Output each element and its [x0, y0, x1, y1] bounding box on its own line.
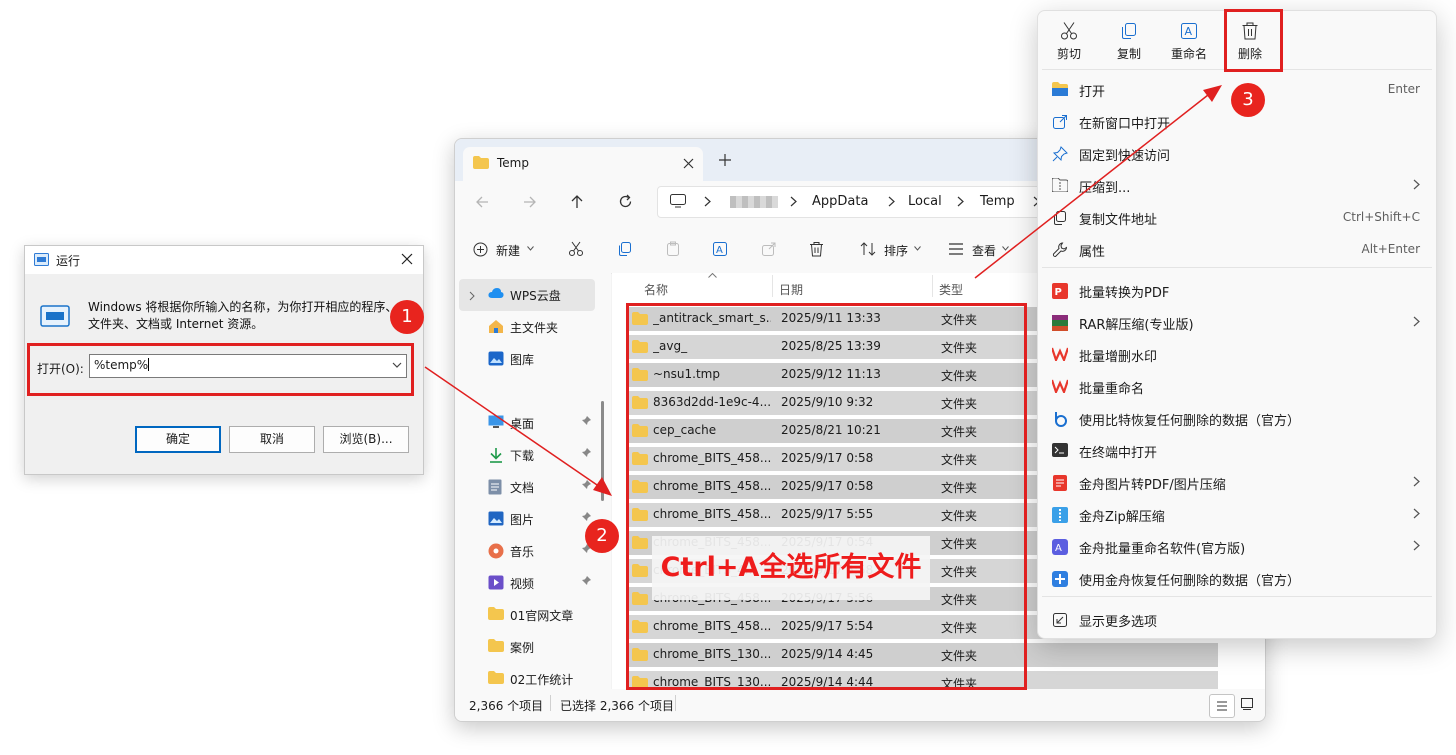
arrowhead-step3: [1203, 85, 1222, 102]
arrowhead-step2: [593, 477, 612, 496]
annotation-arrows: [424, 85, 1222, 496]
arrow-line-step3: [974, 94, 1209, 279]
arrow-line-step2: [424, 366, 601, 488]
